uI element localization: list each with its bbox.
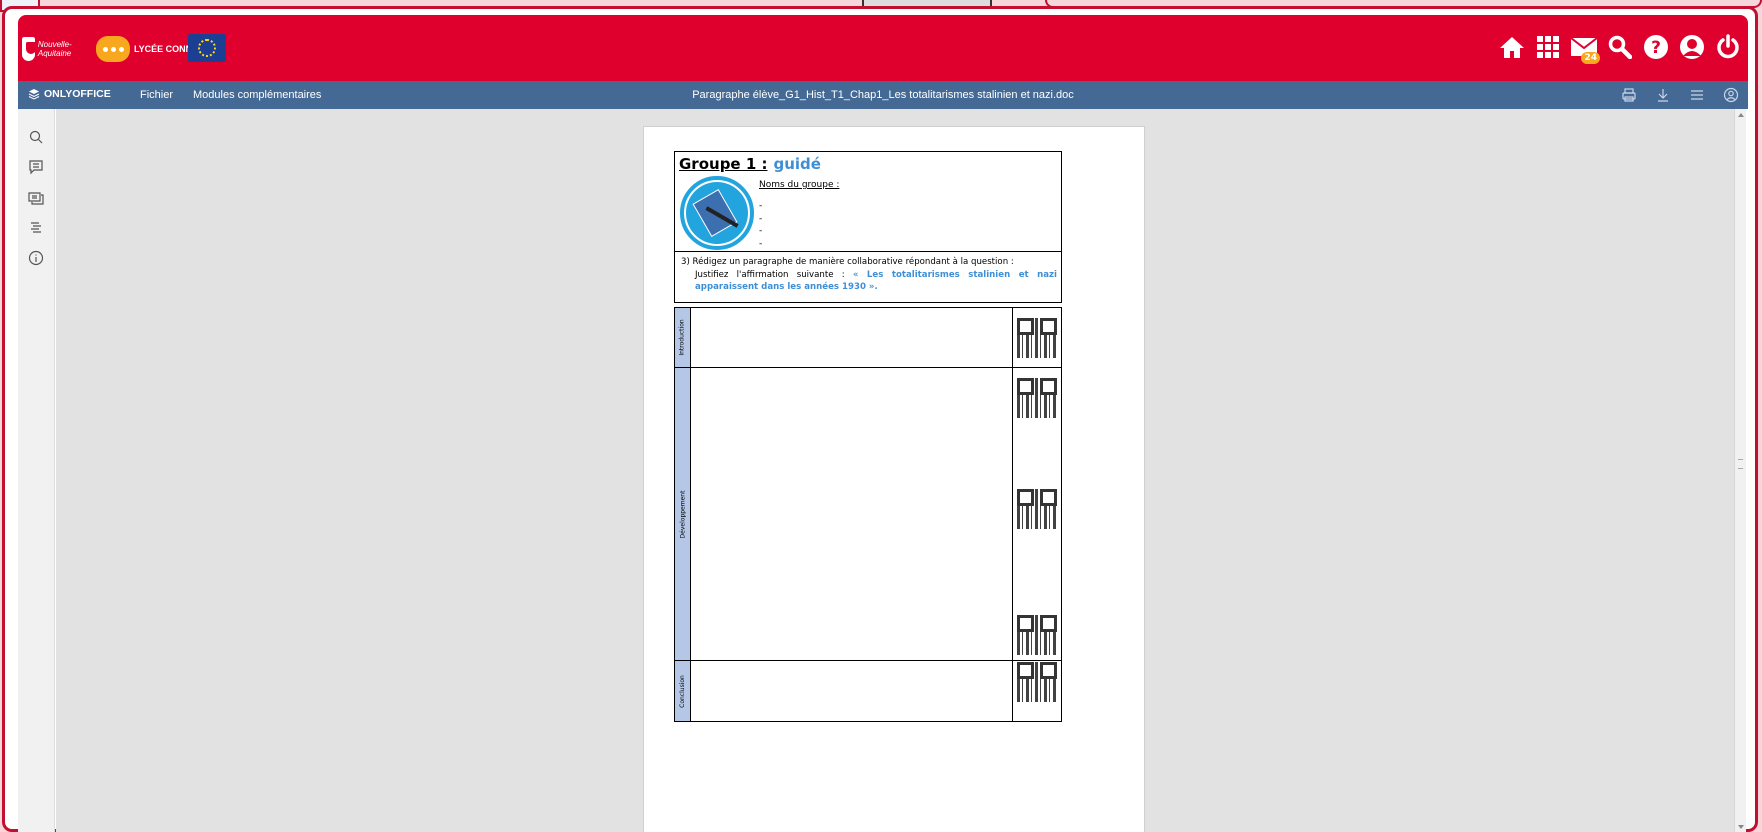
qr-column <box>1012 661 1061 721</box>
speech-bubble-icon <box>96 36 130 62</box>
table-row-developpement[interactable]: Développement <box>675 368 1061 661</box>
scroll-thumb-grip[interactable] <box>1738 459 1743 469</box>
name-line: - <box>759 213 763 224</box>
document-page[interactable]: Groupe 1 : guidé Noms du groupe : - - - … <box>643 126 1145 832</box>
name-line: - <box>759 226 763 236</box>
notebook-icon <box>680 176 754 250</box>
document-title: Paragraphe élève_G1_Hist_T1_Chap1_Les to… <box>692 89 1074 101</box>
qr-code-icon <box>1017 615 1057 655</box>
qr-code-icon <box>1017 662 1057 702</box>
qr-code-icon <box>1017 489 1057 529</box>
scroll-down-icon[interactable] <box>1738 825 1744 829</box>
qr-code-icon <box>1017 318 1057 358</box>
section-label: Développement <box>675 368 691 660</box>
navigation-icon[interactable] <box>28 220 44 236</box>
chat-icon[interactable] <box>28 190 44 206</box>
search-icon[interactable] <box>1606 33 1634 61</box>
name-line: - <box>759 238 763 249</box>
comments-icon[interactable] <box>28 159 44 175</box>
name-line: - <box>759 201 763 211</box>
question-line-1: 3) Rédigez un paragraphe de manière coll… <box>681 257 1014 267</box>
power-icon[interactable] <box>1714 33 1742 61</box>
mail-icon[interactable]: 24 <box>1570 33 1600 64</box>
print-icon[interactable] <box>1620 86 1638 104</box>
scroll-up-icon[interactable] <box>1738 113 1744 117</box>
question-line-2: Justifiez l'affirmation suivante : « Les… <box>681 269 1057 294</box>
group-header-box: Groupe 1 : guidé Noms du groupe : - - - … <box>674 151 1062 252</box>
download-icon[interactable] <box>1654 86 1672 104</box>
info-icon[interactable] <box>28 250 44 266</box>
qr-code-icon <box>1017 378 1057 418</box>
apps-grid-icon[interactable] <box>1534 33 1562 61</box>
region-logo[interactable]: Nouvelle-Aquitaine <box>22 35 86 63</box>
editor-right-icons <box>1620 86 1740 104</box>
section-label: Introduction <box>675 308 691 367</box>
search-icon[interactable] <box>28 129 44 145</box>
name-lines: - - - - <box>759 200 762 250</box>
svg-text:?: ? <box>1651 38 1661 58</box>
group-mode: guidé <box>773 155 821 173</box>
editor-toolbar: ONLYOFFICE Fichier Modules complémentair… <box>18 81 1748 109</box>
home-icon[interactable] <box>1498 33 1526 61</box>
section-label: Conclusion <box>675 661 691 721</box>
paragraph-table: Introduction Développement Conclusion <box>674 307 1062 722</box>
ent-header: Nouvelle-Aquitaine LYCÉE CONNECTÉ 24 ? <box>18 15 1748 81</box>
user-icon[interactable] <box>1678 33 1706 61</box>
names-label: Noms du groupe : <box>759 180 840 190</box>
left-side-panel <box>18 109 55 832</box>
group-title: Groupe 1 : guidé <box>679 155 821 173</box>
eu-flag-icon <box>188 34 226 62</box>
mail-count-badge: 24 <box>1581 52 1600 64</box>
qr-column <box>1012 308 1061 367</box>
help-icon[interactable]: ? <box>1642 33 1670 61</box>
question-prefix: Justifiez l'affirmation suivante : <box>695 269 853 280</box>
region-shield-icon <box>22 37 36 61</box>
ent-nav-icons: 24 ? <box>1498 33 1742 64</box>
table-row-conclusion[interactable]: Conclusion <box>675 661 1061 721</box>
account-icon[interactable] <box>1722 86 1740 104</box>
question-box: 3) Rédigez un paragraphe de manière coll… <box>674 252 1062 303</box>
qr-column <box>1012 368 1061 660</box>
table-row-introduction[interactable]: Introduction <box>675 308 1061 368</box>
vertical-scrollbar[interactable] <box>1734 109 1746 832</box>
region-logo-text: Nouvelle-Aquitaine <box>37 40 72 58</box>
menu-icon[interactable] <box>1688 86 1706 104</box>
group-label: Groupe 1 : <box>679 155 768 173</box>
